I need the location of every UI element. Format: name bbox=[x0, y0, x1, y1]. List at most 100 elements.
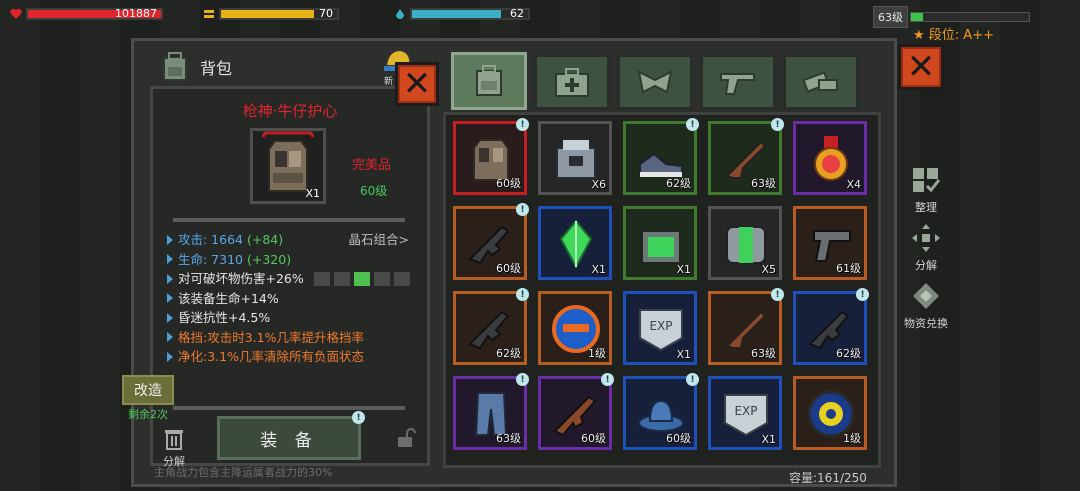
bag-header: 背包 bbox=[158, 50, 232, 84]
slot-level-label: X1 bbox=[676, 263, 691, 276]
backpack-icon bbox=[476, 65, 502, 96]
slot-level-label: 62级 bbox=[666, 177, 691, 190]
slot-level-label: 63级 bbox=[496, 432, 521, 445]
new-alert-icon: ! bbox=[516, 203, 529, 216]
shoes-set-icon bbox=[393, 271, 410, 286]
reform-remaining: 剩余2次 bbox=[128, 408, 168, 421]
energy-bar-group: 70 bbox=[203, 6, 339, 22]
slot-level-label: X1 bbox=[676, 348, 691, 361]
slot-level-label: X5 bbox=[761, 263, 776, 276]
item-level: 60级 bbox=[360, 184, 388, 198]
equip-button[interactable]: 装 备 bbox=[217, 416, 361, 460]
disassemble-button[interactable]: 分解 bbox=[160, 428, 188, 469]
inventory-slot[interactable]: 63级! bbox=[453, 373, 529, 450]
inventory-slot[interactable]: EXP X1 bbox=[708, 376, 782, 450]
slot-level-label: 61级 bbox=[836, 262, 861, 275]
inventory-slot[interactable]: 1级 bbox=[793, 376, 867, 450]
split-label: 分解 bbox=[915, 259, 937, 272]
inventory-slot[interactable]: X5 bbox=[708, 206, 782, 280]
stat-equip-life: 该装备生命+14% bbox=[167, 289, 417, 309]
star-icon: ★ bbox=[913, 28, 925, 43]
inventory-slot[interactable]: X6 bbox=[538, 121, 612, 195]
split-button[interactable]: 分解 bbox=[896, 224, 956, 273]
new-alert-icon: ! bbox=[601, 373, 614, 386]
item-quality: 完美品 bbox=[352, 158, 392, 173]
slot-level-label: 1级 bbox=[588, 347, 606, 360]
energy-value: 70 bbox=[319, 7, 333, 20]
inventory-slot[interactable]: X4 bbox=[793, 121, 867, 195]
crystal-combo-link[interactable]: 晶石组合> bbox=[349, 230, 409, 250]
divider bbox=[173, 406, 405, 410]
exchange-icon bbox=[913, 283, 939, 309]
set-pieces bbox=[313, 271, 410, 286]
close-icon: ✕ bbox=[402, 64, 432, 104]
inventory-slot[interactable]: 60级! bbox=[623, 373, 699, 450]
sort-label: 整理 bbox=[915, 201, 937, 214]
mana-value: 62 bbox=[510, 7, 524, 20]
inventory-slot[interactable]: 60级! bbox=[538, 373, 614, 450]
coat-set-icon bbox=[333, 271, 350, 286]
svg-text:EXP: EXP bbox=[734, 404, 757, 418]
new-alert-icon: ! bbox=[516, 373, 529, 386]
slot-level-label: X6 bbox=[591, 178, 606, 191]
inventory-slot[interactable]: X1 bbox=[538, 206, 612, 280]
level-progress bbox=[910, 12, 1030, 22]
slot-level-label: 62级 bbox=[496, 347, 521, 360]
inventory-slot[interactable]: 62级! bbox=[623, 118, 699, 195]
slot-level-label: X4 bbox=[846, 178, 861, 191]
divider bbox=[173, 218, 405, 222]
tab-materials[interactable] bbox=[783, 54, 859, 110]
item-name: 枪神·牛仔护心 bbox=[242, 102, 338, 120]
drop-icon bbox=[396, 9, 404, 19]
hp-value: 101887 bbox=[115, 7, 157, 20]
capsule-icon bbox=[726, 226, 766, 264]
unlock-icon[interactable] bbox=[396, 428, 416, 448]
mana-bar-group: 62 bbox=[394, 6, 530, 22]
grid-sort-icon bbox=[913, 168, 941, 193]
exchange-button[interactable]: 物资兑换 bbox=[896, 282, 956, 331]
inventory-slot[interactable]: EXP X1 bbox=[623, 291, 697, 365]
slot-level-label: 63级 bbox=[751, 177, 776, 190]
level-tag: 63级 bbox=[873, 6, 908, 28]
close-icon: ✕ bbox=[906, 47, 936, 87]
slot-level-label: 62级 bbox=[836, 347, 861, 360]
slot-level-label: 60级 bbox=[666, 432, 691, 445]
inventory-slot[interactable]: 62级! bbox=[453, 288, 529, 365]
inventory-slot[interactable]: 60级! bbox=[453, 118, 529, 195]
split-arrows-icon bbox=[912, 224, 940, 252]
slot-level-label: 60级 bbox=[581, 432, 606, 445]
svg-text:EXP: EXP bbox=[649, 319, 672, 333]
inventory-slot[interactable]: 60级! bbox=[453, 203, 529, 280]
new-alert-icon: ! bbox=[771, 288, 784, 301]
hp-bar: 101887 bbox=[26, 7, 163, 20]
slot-level-label: 63级 bbox=[751, 347, 776, 360]
tab-medkit[interactable] bbox=[534, 54, 610, 110]
inventory-slot[interactable]: 1级 bbox=[538, 291, 612, 365]
backpack-icon bbox=[163, 52, 187, 81]
inventory-slot[interactable]: 63级! bbox=[708, 118, 784, 195]
stats-list: 攻击: 1664 (+84) 晶石组合> 生命: 7310 (+320) 对可破… bbox=[167, 230, 417, 367]
item-preview: X1 bbox=[250, 128, 326, 204]
stat-purify: 净化:3.1%几率清除所有负面状态 bbox=[167, 347, 417, 367]
sort-button[interactable]: 整理 bbox=[896, 166, 956, 215]
stat-attack: 攻击: 1664 (+84) 晶石组合> bbox=[167, 230, 417, 250]
equip-alert-icon: ! bbox=[352, 411, 365, 424]
tab-backpack[interactable] bbox=[451, 52, 527, 110]
stat-destructible: 对可破坏物伤害+26% bbox=[167, 269, 417, 289]
tab-weapons[interactable] bbox=[700, 54, 776, 110]
green-chest-icon bbox=[641, 230, 681, 264]
helmet-set-icon bbox=[313, 271, 330, 286]
capacity-label: 容量:161/250 bbox=[789, 471, 867, 485]
close-window-button[interactable]: ✕ bbox=[898, 44, 944, 90]
slot-level-label: X1 bbox=[761, 433, 776, 446]
mana-bar: 62 bbox=[410, 7, 530, 20]
stat-stun-resist: 昏迷抗性+4.5% bbox=[167, 308, 417, 328]
inventory-slot[interactable]: 62级! bbox=[793, 288, 869, 365]
inventory-slot[interactable]: 61级 bbox=[793, 206, 867, 280]
reform-button[interactable]: 改造 bbox=[122, 375, 174, 405]
inventory-slot[interactable]: X1 bbox=[623, 206, 697, 280]
vest-set-icon bbox=[353, 271, 370, 286]
inventory-slot[interactable]: 63级! bbox=[708, 288, 784, 365]
tab-armor[interactable] bbox=[617, 54, 693, 110]
bag-title: 背包 bbox=[200, 59, 233, 78]
